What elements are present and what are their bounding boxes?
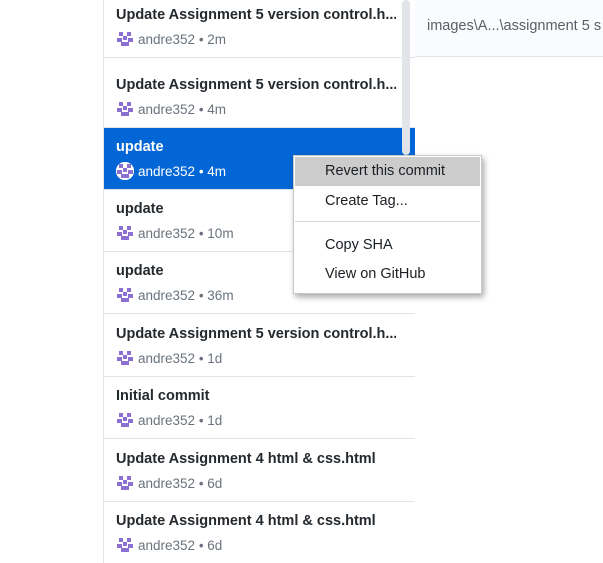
commit-author: andre352	[138, 32, 196, 47]
commit-author: andre352	[138, 102, 196, 117]
commit-author: andre352	[138, 476, 196, 491]
commit-item[interactable]: Update Assignment 5 version control.h...…	[104, 315, 415, 377]
avatar	[116, 536, 134, 554]
commit-age: 1d	[207, 351, 223, 366]
commit-summary: Update Assignment 5 version control.h...	[116, 77, 396, 93]
commit-summary: Update Assignment 4 html & css.html	[116, 513, 376, 529]
commit-author: andre352	[138, 538, 196, 553]
menu-item-view-on-github[interactable]: View on GitHub	[295, 260, 480, 289]
commit-meta: andre352 • 6d	[116, 474, 222, 492]
commit-meta: andre352 • 4m	[116, 162, 226, 180]
avatar	[116, 474, 134, 492]
avatar	[116, 286, 134, 304]
commit-age: 1d	[207, 413, 223, 428]
commit-summary: Initial commit	[116, 388, 210, 404]
commit-meta: andre352 • 2m	[116, 30, 226, 48]
commit-item[interactable]: Update Assignment 4 html & css.html andr…	[104, 440, 415, 502]
commit-meta: andre352 • 6d	[116, 536, 222, 554]
avatar	[116, 162, 134, 180]
commit-author: andre352	[138, 164, 196, 179]
commit-age: 6d	[207, 538, 223, 553]
file-path: images\A...\assignment 5 s	[427, 18, 602, 34]
commit-age: 4m	[207, 102, 227, 117]
commit-author: andre352	[138, 413, 196, 428]
avatar	[116, 349, 134, 367]
commit-age: 6d	[207, 476, 223, 491]
diff-file-header[interactable]: images\A...\assignment 5 s	[415, 0, 603, 57]
avatar	[116, 224, 134, 242]
commit-author: andre352	[138, 226, 196, 241]
commit-meta: andre352 • 1d	[116, 349, 222, 367]
commit-summary: Update Assignment 5 version control.h...	[116, 326, 396, 342]
commit-age: 2m	[207, 32, 227, 47]
menu-separator	[295, 221, 480, 222]
commit-meta: andre352 • 10m	[116, 224, 234, 242]
commit-age: 10m	[207, 226, 234, 241]
menu-item-copy-sha[interactable]: Copy SHA	[295, 231, 480, 260]
left-panel	[0, 0, 103, 563]
menu-item-revert-commit[interactable]: Revert this commit	[295, 157, 480, 186]
menu-item-create-tag[interactable]: Create Tag...	[295, 187, 480, 216]
commit-meta: andre352 • 36m	[116, 286, 234, 304]
commit-age: 4m	[207, 164, 227, 179]
commit-summary: Update Assignment 5 version control.h...	[116, 7, 396, 23]
history-scrollbar[interactable]	[402, 0, 410, 155]
commit-context-menu: Revert this commit Create Tag... Copy SH…	[293, 155, 482, 294]
commit-summary: Update Assignment 4 html & css.html	[116, 451, 376, 467]
commit-item[interactable]: Initial commit andre352 • 1d	[104, 377, 415, 439]
commit-age: 36m	[207, 288, 234, 303]
avatar	[116, 411, 134, 429]
commit-item[interactable]: Update Assignment 4 html & css.html andr…	[104, 502, 415, 563]
commit-author: andre352	[138, 351, 196, 366]
avatar	[116, 100, 134, 118]
commit-meta: andre352 • 1d	[116, 411, 222, 429]
commit-summary: update	[116, 139, 164, 155]
commit-author: andre352	[138, 288, 196, 303]
commit-item[interactable]: Update Assignment 5 version control.h...…	[104, 66, 415, 128]
commit-meta: andre352 • 4m	[116, 100, 226, 118]
commit-item[interactable]: Update Assignment 5 version control.h...…	[104, 0, 415, 58]
avatar	[116, 30, 134, 48]
